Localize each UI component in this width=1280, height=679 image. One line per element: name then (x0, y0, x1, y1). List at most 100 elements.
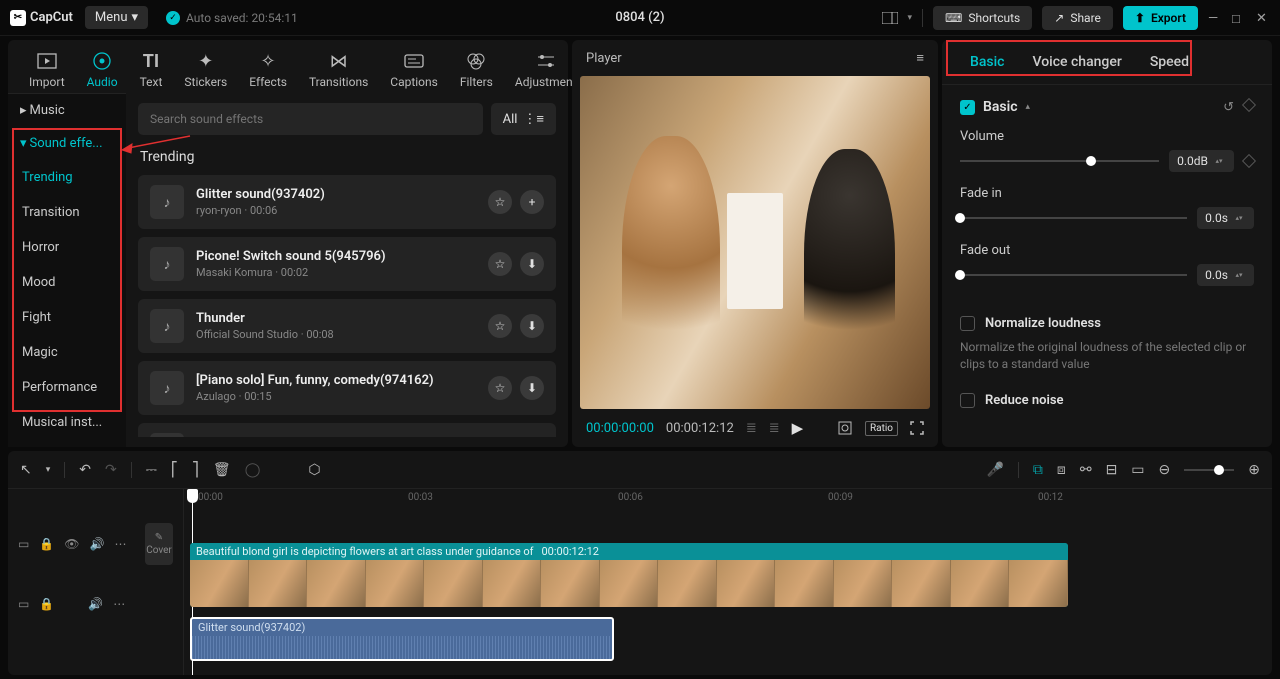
cursor-tool[interactable]: ↖ (20, 462, 32, 478)
sidebar-item-performance[interactable]: Performance (8, 370, 126, 405)
redo-button[interactable]: ↷ (105, 462, 117, 478)
normalize-checkbox[interactable] (960, 316, 975, 331)
favorite-button[interactable]: ☆ (488, 314, 512, 338)
sidebar-item-trending[interactable]: Trending (8, 160, 126, 195)
all-filter-button[interactable]: All⋮≡ (491, 103, 556, 135)
stepper-icon[interactable]: ▴▾ (1232, 215, 1246, 222)
zoom-slider[interactable] (1184, 469, 1234, 471)
chevron-down-icon[interactable]: ▾ (908, 13, 913, 23)
shield-tool[interactable]: ⬡ (308, 462, 320, 478)
chevron-icon[interactable]: ▴ (1026, 102, 1031, 112)
share-button[interactable]: ↗ Share (1042, 6, 1113, 30)
maximize-icon[interactable]: □ (1232, 11, 1246, 25)
minimize-icon[interactable]: — (1208, 11, 1222, 25)
shortcuts-button[interactable]: ⌨ Shortcuts (933, 6, 1032, 30)
list-icon[interactable]: ≣ (746, 421, 757, 436)
sound-item[interactable]: ♪ Picone! Switch sound 5(945796)Masaki K… (138, 237, 556, 291)
preview-icon[interactable]: ▭ (1131, 462, 1144, 478)
magnet-icon[interactable]: ⧉ (1033, 462, 1043, 478)
add-button[interactable]: + (520, 190, 544, 214)
fadein-value[interactable]: 0.0s▴▾ (1197, 207, 1254, 229)
zoom-in-icon[interactable]: ⊕ (1248, 462, 1260, 478)
play-button[interactable]: ▶ (792, 419, 804, 437)
close-icon[interactable]: ✕ (1256, 11, 1270, 25)
sidebar-item-musical[interactable]: Musical inst... (8, 405, 126, 440)
mute-icon[interactable]: 🔊 (90, 537, 105, 551)
trim-left-tool[interactable]: ⎡ (171, 462, 178, 478)
ratio-button[interactable]: Ratio (865, 421, 898, 436)
tab-basic[interactable]: Basic (956, 40, 1018, 84)
sidebar-soundfx[interactable]: ▾Sound effe... (8, 127, 126, 160)
chain-icon[interactable]: ⚯ (1080, 462, 1092, 478)
download-button[interactable]: ⬇ (520, 252, 544, 276)
volume-value[interactable]: 0.0dB▴▾ (1169, 150, 1234, 172)
fadein-slider[interactable] (960, 217, 1187, 219)
tab-captions[interactable]: Captions (379, 46, 449, 93)
time-ruler[interactable]: 00:00 00:03 00:06 00:09 00:12 (184, 489, 1272, 509)
tracks-area[interactable]: 00:00 00:03 00:06 00:09 00:12 Beautiful … (184, 489, 1272, 675)
download-button[interactable]: ⬇ (520, 376, 544, 400)
list-icon-2[interactable]: ≣ (769, 421, 780, 436)
reduce-noise-checkbox[interactable] (960, 393, 975, 408)
sound-item[interactable]: ♪ Explosion ☆⬇ (138, 423, 556, 437)
trim-right-tool[interactable]: ⎤ (192, 462, 199, 478)
fadeout-value[interactable]: 0.0s▴▾ (1197, 264, 1254, 286)
tab-voice-changer[interactable]: Voice changer (1018, 40, 1135, 84)
tab-audio[interactable]: Audio (76, 46, 129, 93)
download-button[interactable]: ⬇ (520, 314, 544, 338)
marker-tool[interactable]: ◯ (245, 462, 261, 478)
mute-icon[interactable]: 🔊 (88, 597, 103, 611)
volume-slider[interactable] (960, 160, 1159, 162)
search-input[interactable] (138, 103, 483, 135)
favorite-button[interactable]: ☆ (488, 190, 512, 214)
more-icon[interactable]: ⋯ (113, 597, 125, 611)
track-toggle-icon[interactable]: ▭ (18, 537, 29, 551)
fadeout-slider[interactable] (960, 274, 1187, 276)
tab-import[interactable]: Import (18, 46, 76, 93)
delete-tool[interactable]: 🗑 (213, 462, 231, 478)
player-menu-icon[interactable]: ≡ (916, 50, 924, 66)
layout-icon[interactable] (882, 10, 898, 26)
menu-button[interactable]: Menu ▾ (85, 6, 148, 29)
stepper-icon[interactable]: ▴▾ (1212, 158, 1226, 165)
sidebar-item-horror[interactable]: Horror (8, 230, 126, 265)
tab-text[interactable]: TIText (129, 46, 174, 93)
sound-item[interactable]: ♪ ThunderOfficial Sound Studio · 00:08 ☆… (138, 299, 556, 353)
export-button[interactable]: ⬆ Export (1123, 6, 1198, 30)
tab-effects[interactable]: ✧Effects (238, 46, 298, 93)
sidebar-item-mood[interactable]: Mood (8, 265, 126, 300)
undo-button[interactable]: ↶ (79, 462, 91, 478)
tab-transitions[interactable]: ⋈Transitions (298, 46, 379, 93)
tab-speed[interactable]: Speed (1136, 40, 1203, 84)
sidebar-item-magic[interactable]: Magic (8, 335, 126, 370)
favorite-button[interactable]: ☆ (488, 252, 512, 276)
video-clip[interactable]: Beautiful blond girl is depicting flower… (190, 543, 1068, 607)
eye-icon[interactable]: 👁 (64, 537, 79, 551)
more-icon[interactable]: ⋯ (114, 537, 126, 551)
zoom-out-icon[interactable]: ⊖ (1159, 462, 1171, 478)
fullscreen-icon[interactable] (910, 421, 924, 435)
lock-icon[interactable]: 🔒 (39, 537, 54, 551)
basic-checkbox[interactable]: ✓ (960, 100, 975, 115)
align-icon[interactable]: ⊟ (1106, 462, 1118, 478)
sidebar-item-fight[interactable]: Fight (8, 300, 126, 335)
sound-item[interactable]: ♪ Glitter sound(937402)ryon-ryon · 00:06… (138, 175, 556, 229)
audio-clip[interactable]: Glitter sound(937402) (190, 617, 614, 661)
reset-icon[interactable]: ↺ (1223, 100, 1234, 115)
chevron-down-icon[interactable]: ▾ (46, 465, 51, 475)
sidebar-music[interactable]: ▸Music (8, 94, 126, 127)
player-viewport[interactable] (580, 76, 930, 409)
lock-icon[interactable]: 🔒 (39, 597, 54, 611)
scale-icon[interactable] (837, 420, 853, 436)
tab-stickers[interactable]: ✦Stickers (173, 46, 238, 93)
sidebar-item-transition[interactable]: Transition (8, 195, 126, 230)
sound-item[interactable]: ♪ [Piano solo] Fun, funny, comedy(974162… (138, 361, 556, 415)
mic-icon[interactable]: 🎤 (986, 462, 1003, 478)
keyframe-icon[interactable] (1242, 97, 1256, 111)
link-icon[interactable]: ⧈ (1057, 462, 1066, 478)
stepper-icon[interactable]: ▴▾ (1232, 272, 1246, 279)
split-tool[interactable]: ⎓ (146, 462, 157, 478)
cover-button[interactable]: ✎ Cover (145, 523, 173, 565)
favorite-button[interactable]: ☆ (488, 376, 512, 400)
keyframe-icon[interactable] (1242, 154, 1256, 168)
